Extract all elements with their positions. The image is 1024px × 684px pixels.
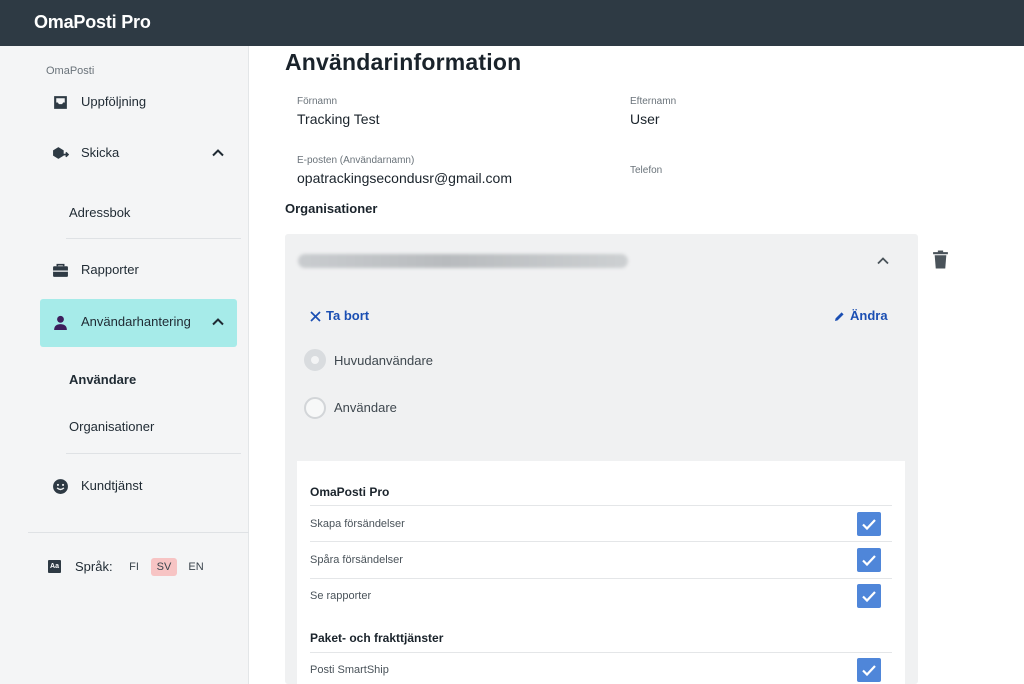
sidebar-item-label: Uppföljning xyxy=(81,94,147,109)
permission-checkbox[interactable] xyxy=(857,512,881,536)
divider xyxy=(310,505,892,506)
chevron-up-icon[interactable] xyxy=(875,253,891,269)
sidebar-item-uppfoljning[interactable]: Uppföljning xyxy=(40,79,237,127)
permission-group-title: OmaPosti Pro xyxy=(310,485,390,499)
email-label: E-posten (Användarnamn) xyxy=(297,155,415,166)
role-label-user: Användare xyxy=(334,400,397,415)
last-name-value: User xyxy=(630,111,660,127)
top-bar: OmaPosti Pro xyxy=(0,0,1024,46)
lang-option-sv[interactable]: SV xyxy=(151,558,177,576)
remove-label: Ta bort xyxy=(326,308,370,323)
checkmark-icon xyxy=(862,555,876,567)
divider xyxy=(28,532,249,533)
organization-name-redacted xyxy=(298,254,628,268)
language-icon: Aa xyxy=(48,560,61,573)
permission-label: Skapa försändelser xyxy=(310,518,405,530)
phone-label: Telefon xyxy=(630,165,663,176)
pencil-icon xyxy=(835,312,844,322)
permission-group-title: Paket- och frakttjänster xyxy=(310,631,444,645)
user-icon xyxy=(54,315,67,330)
edit-label: Ändra xyxy=(850,308,888,323)
checkmark-icon xyxy=(862,519,876,531)
chevron-up-icon[interactable] xyxy=(211,146,225,160)
close-icon xyxy=(310,311,321,322)
sidebar-item-skicka[interactable]: Skicka xyxy=(40,130,237,178)
permission-checkbox[interactable] xyxy=(857,658,881,682)
language-label: Språk: xyxy=(75,559,113,574)
sidebar-section-label: OmaPosti xyxy=(46,65,95,77)
divider xyxy=(310,541,892,542)
first-name-value: Tracking Test xyxy=(297,111,380,127)
sidebar-subitem-organisationer[interactable]: Organisationer xyxy=(69,419,154,434)
role-radio-main-user[interactable] xyxy=(304,349,326,371)
language-selector: Aa Språk: FI SV EN xyxy=(48,557,238,577)
lang-option-en[interactable]: EN xyxy=(187,558,205,576)
email-value: opatrackingsecondusr@gmail.com xyxy=(297,170,512,186)
role-radio-user[interactable] xyxy=(304,397,326,419)
smiley-icon xyxy=(53,479,68,494)
page-title: Användarinformation xyxy=(285,49,522,75)
sidebar-item-kundtjanst[interactable]: Kundtjänst xyxy=(40,463,237,511)
permission-label: Se rapporter xyxy=(310,590,372,602)
sidebar-item-label: Rapporter xyxy=(81,262,139,277)
parcel-send-icon xyxy=(53,147,69,159)
checkmark-icon xyxy=(862,591,876,603)
trash-icon[interactable] xyxy=(932,250,949,269)
permission-checkbox[interactable] xyxy=(857,548,881,572)
sidebar-item-rapporter[interactable]: Rapporter xyxy=(40,247,237,295)
permissions-panel: OmaPosti Pro Skapa försändelser Spåra fö… xyxy=(297,461,905,684)
brand-logo[interactable]: OmaPosti Pro xyxy=(34,12,151,33)
permission-label: Posti SmartShip xyxy=(310,664,389,676)
divider xyxy=(66,238,241,239)
sidebar-subitem-anvandare[interactable]: Användare xyxy=(69,372,136,387)
divider xyxy=(66,453,241,454)
checkmark-icon xyxy=(862,665,876,677)
lang-option-fi[interactable]: FI xyxy=(126,558,142,576)
first-name-label: Förnamn xyxy=(297,96,338,107)
role-label-main-user: Huvudanvändare xyxy=(334,353,434,368)
briefcase-icon xyxy=(53,263,68,277)
sidebar: OmaPosti Uppföljning Skicka Adressbok Ra… xyxy=(0,46,249,684)
sidebar-item-label: Skicka xyxy=(81,145,120,160)
sidebar-item-label: Kundtjänst xyxy=(81,478,143,493)
sidebar-subitem-adressbok[interactable]: Adressbok xyxy=(69,205,130,220)
last-name-label: Efternamn xyxy=(630,96,677,107)
permission-checkbox[interactable] xyxy=(857,584,881,608)
sidebar-item-anvandarhantering[interactable]: Användarhantering xyxy=(40,299,237,347)
sidebar-item-label: Användarhantering xyxy=(81,314,191,329)
divider xyxy=(310,578,892,579)
edit-button[interactable]: Ändra xyxy=(834,308,888,323)
organizations-heading: Organisationer xyxy=(285,201,378,216)
inbox-icon xyxy=(54,96,67,109)
chevron-up-icon[interactable] xyxy=(211,315,225,329)
divider xyxy=(310,652,892,653)
permission-label: Spåra försändelser xyxy=(310,554,403,566)
remove-button[interactable]: Ta bort xyxy=(310,308,369,323)
